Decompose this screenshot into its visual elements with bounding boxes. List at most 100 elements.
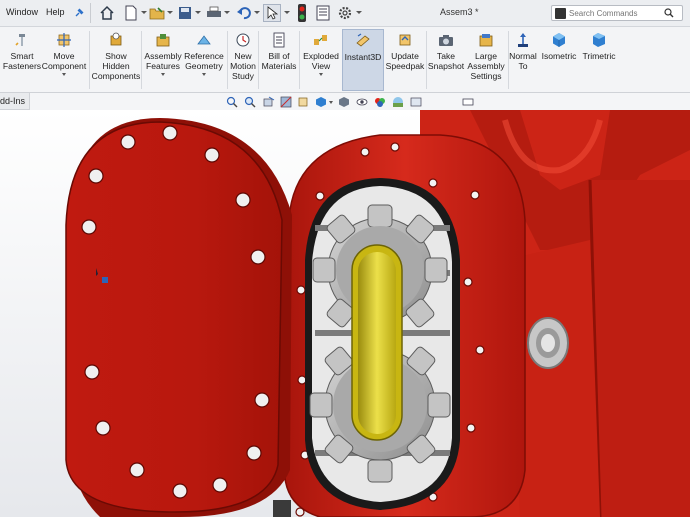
- chevron-down-icon[interactable]: [161, 73, 165, 76]
- origin-marker: [102, 277, 108, 283]
- zoom-to-area-icon[interactable]: [244, 96, 256, 108]
- isometric-button[interactable]: Isometric: [539, 29, 579, 91]
- command-label: Assembly Features: [144, 51, 182, 71]
- command-group-separator: [258, 31, 259, 89]
- isometric-icon: [553, 33, 565, 47]
- command-label: Move Component: [41, 51, 87, 71]
- zoom-to-fit-icon[interactable]: [226, 96, 238, 108]
- new-dropdown-icon[interactable]: [141, 11, 147, 14]
- command-label: Instant3D: [344, 52, 382, 62]
- bill-of-materials-icon: [273, 32, 285, 48]
- view-settings-icon[interactable]: [410, 96, 422, 108]
- command-label: Take Snapshot: [427, 51, 465, 71]
- command-group-separator: [89, 31, 90, 89]
- update-speedpak-icon: [399, 34, 411, 46]
- take-snapshot-button[interactable]: Take Snapshot: [428, 29, 464, 91]
- menu-help[interactable]: Help: [46, 7, 65, 17]
- hide-show-items-icon[interactable]: [356, 96, 368, 108]
- command-label: Reference Geometry: [184, 51, 224, 71]
- command-label: Exploded View: [303, 51, 339, 71]
- print-icon[interactable]: [205, 4, 223, 22]
- print-dropdown-icon[interactable]: [224, 11, 230, 14]
- command-label: Normal To: [509, 51, 537, 71]
- save-dropdown-icon[interactable]: [195, 11, 201, 14]
- large-assembly-settings-button[interactable]: Large Assembly Settings: [465, 29, 507, 91]
- search-input[interactable]: [569, 7, 661, 19]
- smart-fasteners-icon: [15, 34, 25, 46]
- reference-geometry-button[interactable]: Reference Geometry: [183, 29, 225, 91]
- reference-geometry-icon: [197, 35, 211, 45]
- section-view-icon[interactable]: [280, 96, 292, 108]
- menu-window[interactable]: Window: [6, 7, 38, 17]
- move-component-button[interactable]: Move Component: [42, 29, 86, 91]
- undo-dropdown-icon[interactable]: [254, 11, 260, 14]
- motion-study-icon: [236, 33, 250, 47]
- search-icon[interactable]: [664, 8, 674, 18]
- bill-of-materials-button[interactable]: Bill of Materials: [260, 29, 298, 91]
- search-commands-box[interactable]: [551, 5, 683, 21]
- command-group-separator: [141, 31, 142, 89]
- open-dropdown-icon[interactable]: [167, 11, 173, 14]
- trimetric-button[interactable]: Trimetric: [579, 29, 619, 91]
- pump-assembly-model: [0, 110, 690, 517]
- exploded-view-button[interactable]: Exploded View: [301, 29, 341, 91]
- camera-icon: [439, 35, 453, 46]
- rebuild-icon[interactable]: [293, 4, 311, 22]
- command-manager: Smart Fasteners Move Component Show Hidd…: [0, 27, 690, 93]
- command-group-separator: [299, 31, 300, 89]
- display-pane-icon[interactable]: [462, 96, 474, 108]
- assembly-features-icon: [156, 34, 170, 47]
- move-component-icon: [57, 33, 71, 47]
- undo-icon[interactable]: [235, 4, 253, 22]
- command-label: Update Speedpak: [385, 51, 425, 71]
- options-gear-icon[interactable]: [336, 4, 354, 22]
- normal-to-button[interactable]: Normal To: [509, 29, 537, 91]
- display-style-icon[interactable]: [338, 96, 350, 108]
- pin-icon[interactable]: [70, 4, 88, 22]
- instant3d-icon: [356, 33, 370, 47]
- update-speedpak-button[interactable]: Update Speedpak: [385, 29, 425, 91]
- chevron-down-icon[interactable]: [319, 73, 323, 76]
- large-assembly-icon: [479, 34, 493, 47]
- exploded-view-icon: [314, 35, 327, 45]
- chevron-down-icon[interactable]: [62, 73, 66, 76]
- apply-scene-icon[interactable]: [392, 96, 404, 108]
- solidworks-command-icon: [555, 8, 566, 19]
- save-icon[interactable]: [176, 4, 194, 22]
- file-properties-icon[interactable]: [314, 4, 332, 22]
- smart-fasteners-button[interactable]: Smart Fasteners: [1, 29, 43, 91]
- assembly-features-button[interactable]: Assembly Features: [143, 29, 183, 91]
- new-motion-study-button[interactable]: New Motion Study: [229, 29, 257, 91]
- open-folder-icon[interactable]: [148, 4, 166, 22]
- select-cursor-icon[interactable]: [263, 4, 281, 22]
- view-orientation-icon[interactable]: [315, 96, 327, 108]
- graphics-area[interactable]: [0, 110, 690, 517]
- command-label: Smart Fasteners: [2, 51, 42, 71]
- command-label: Large Assembly Settings: [467, 51, 505, 81]
- options-dropdown-icon[interactable]: [356, 11, 362, 14]
- normal-to-icon: [518, 33, 528, 47]
- command-label: Show Hidden Components: [91, 51, 141, 81]
- chevron-down-icon[interactable]: [329, 101, 333, 104]
- new-document-icon[interactable]: [122, 4, 140, 22]
- trimetric-icon: [593, 33, 605, 47]
- show-hidden-components-icon: [110, 32, 122, 46]
- command-label: New Motion Study: [230, 51, 256, 81]
- title-bar: Window Help Assem3 *: [0, 0, 690, 27]
- command-label: Trimetric: [582, 51, 616, 61]
- select-dropdown-icon[interactable]: [284, 11, 290, 14]
- command-group-separator: [227, 31, 228, 89]
- toolbar-divider: [90, 3, 91, 23]
- edit-appearance-icon[interactable]: [374, 96, 386, 108]
- command-label: Isometric: [541, 51, 577, 61]
- command-group-separator: [426, 31, 427, 89]
- command-label: Bill of Materials: [261, 51, 297, 71]
- home-icon[interactable]: [98, 4, 116, 22]
- tab-add-ins[interactable]: dd-Ins: [0, 93, 31, 110]
- instant3d-button[interactable]: Instant3D: [342, 29, 384, 91]
- previous-view-icon[interactable]: [263, 96, 275, 108]
- dynamic-annotation-icon[interactable]: [297, 96, 309, 108]
- chevron-down-icon[interactable]: [202, 73, 206, 76]
- document-title: Assem3 *: [440, 7, 479, 17]
- show-hidden-components-button[interactable]: Show Hidden Components: [91, 29, 141, 91]
